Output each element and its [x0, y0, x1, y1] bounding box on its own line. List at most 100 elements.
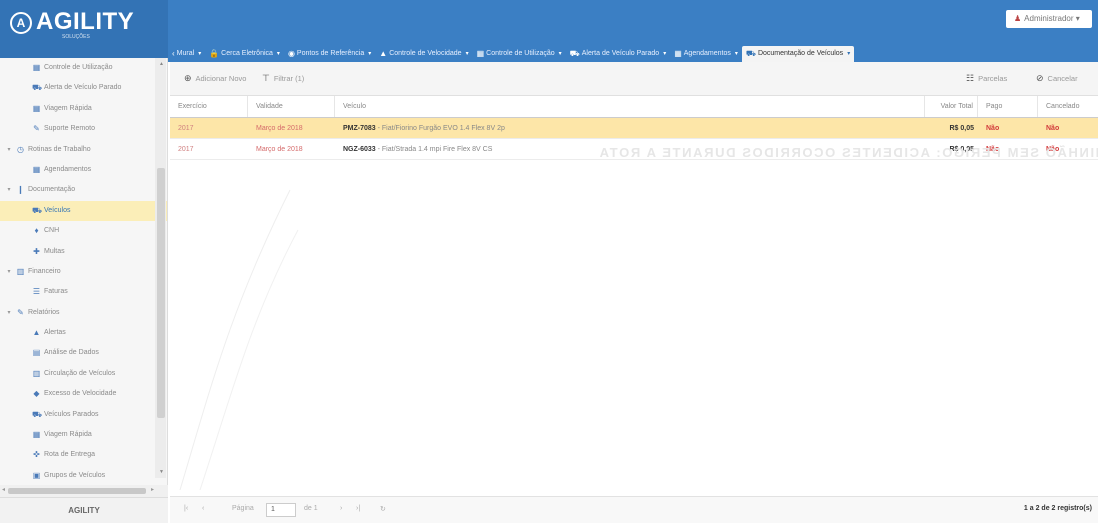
tab-5[interactable]: ⛟ Alerta de Veículo Parado ▾	[566, 46, 671, 62]
tab-7[interactable]: ⛟ Documentação de Veículos ▾	[741, 46, 855, 62]
sidebar-item-0[interactable]: ▦ Controle de Utilização	[0, 58, 167, 78]
tab-3[interactable]: ▲ Controle de Velocidade ▾	[375, 46, 472, 62]
sidebar-footer: AGILITY	[0, 497, 168, 523]
sidebar-item-label: Rotinas de Trabalho	[28, 145, 91, 153]
page-label: Página	[232, 505, 254, 512]
vehicle-plate: PMZ-7083	[343, 125, 376, 132]
list-icon: ☰	[32, 287, 41, 297]
refresh-icon[interactable]: ↻	[380, 505, 386, 513]
scroll-left-icon[interactable]: ◂	[2, 486, 5, 493]
car-icon: ⛟	[745, 49, 756, 58]
first-page-icon[interactable]: |‹	[184, 505, 188, 512]
tab-0[interactable]: ‹ Mural ▾	[168, 46, 205, 62]
warning-icon: ▲	[32, 328, 41, 338]
user-label: Administrador	[1024, 14, 1074, 23]
sidebar-item-7[interactable]: ⛟ Veículos	[0, 200, 167, 222]
column-header-valor-total[interactable]: Valor Total	[925, 96, 978, 117]
prev-page-icon[interactable]: ‹	[202, 505, 204, 512]
sidebar-item-3[interactable]: ✎ Suporte Remoto	[0, 119, 167, 139]
tab-4[interactable]: ▦ Controle de Utilização ▾	[473, 46, 566, 62]
chevron-down-icon[interactable]: ▾	[5, 140, 13, 160]
sidebar-item-19[interactable]: ✜ Rota de Entrega	[0, 445, 167, 465]
tab-label: Alerta de Veículo Parado	[581, 50, 660, 57]
sidebar-item-6[interactable]: ▾ ❙ Documentação	[0, 180, 167, 200]
column-header-veiculo[interactable]: Veículo	[335, 96, 925, 117]
add-new-button[interactable]: ⊕ Adicionar Novo	[184, 73, 246, 84]
column-header-validade[interactable]: Validade	[248, 96, 335, 117]
sidebar-item-14[interactable]: ▤ Análise de Dados	[0, 343, 167, 363]
user-menu[interactable]: ♟ Administrador ▾	[1006, 10, 1092, 28]
sidebar-item-1[interactable]: ⛟ Alerta de Veículo Parado	[0, 78, 167, 98]
chevron-down-icon[interactable]: ▾	[5, 303, 13, 323]
lock-icon: 🔒	[209, 49, 220, 58]
cell-validade: Março de 2018	[256, 146, 303, 153]
chevron-down-icon[interactable]: ▾	[5, 180, 13, 200]
sidebar-item-8[interactable]: ♦ CNH	[0, 221, 167, 241]
sidebar-item-5[interactable]: ▦ Agendamentos	[0, 160, 167, 180]
vehicle-plate: NGZ-6033	[343, 146, 376, 153]
sidebar-item-label: Grupos de Veículos	[44, 471, 106, 479]
scroll-down-icon[interactable]: ▼	[159, 469, 164, 475]
column-header-pago[interactable]: Pago	[978, 96, 1038, 117]
chevron-down-icon[interactable]: ▾	[5, 262, 13, 282]
sidebar-item-18[interactable]: ▦ Viagem Rápida	[0, 425, 167, 445]
sidebar-item-12[interactable]: ▾ ✎ Relatórios	[0, 303, 167, 323]
sidebar-item-17[interactable]: ⛟ Veículos Parados	[0, 405, 167, 425]
list-icon: ☷	[966, 73, 975, 83]
table-row[interactable]: 2017 Março de 2018 PMZ-7083 - Fiat/Fiorino…	[170, 118, 1098, 139]
sidebar-item-4[interactable]: ▾ ◷ Rotinas de Trabalho	[0, 140, 167, 160]
calendar-icon: ▦	[32, 164, 41, 174]
tab-close-icon[interactable]: ▾	[663, 46, 666, 62]
tab-2[interactable]: ◉ Pontos de Referência ▾	[284, 46, 375, 62]
logo-icon: A	[10, 12, 32, 34]
sidebar-item-15[interactable]: ▥ Circulação de Veículos	[0, 364, 167, 384]
calendar-icon: ▦	[32, 430, 41, 440]
page-number-input[interactable]: 1	[266, 503, 296, 517]
logo-text: AGILITY	[36, 8, 135, 35]
tab-close-icon[interactable]: ▾	[198, 46, 201, 62]
cancel-button[interactable]: ⊘ Cancelar	[1036, 73, 1078, 84]
report-icon: ✎	[17, 307, 24, 317]
sidebar: ▦ Controle de Utilização ⛟ Alerta de Veícul…	[0, 58, 168, 498]
tab-1[interactable]: 🔒 Cerca Eletrônica ▾	[205, 46, 284, 62]
tab-close-icon[interactable]: ▾	[735, 46, 738, 62]
tab-6[interactable]: ▦ Agendamentos ▾	[670, 46, 742, 62]
tab-close-icon[interactable]: ▾	[847, 46, 850, 62]
scroll-right-icon[interactable]: ▸	[151, 486, 154, 493]
car-icon: ⛟	[32, 409, 43, 419]
sidebar-horizontal-scrollbar[interactable]: ◂ ▸	[0, 485, 168, 497]
sidebar-item-label: CNH	[44, 227, 60, 235]
sidebar-item-label: Análise de Dados	[44, 349, 99, 357]
tab-label: Documentação de Veículos	[757, 50, 844, 57]
horizontal-scroll-thumb[interactable]	[8, 488, 146, 494]
sidebar-item-20[interactable]: ▣ Grupos de Veículos	[0, 466, 167, 486]
app-logo[interactable]: A AGILITY SOLUÇÕES	[0, 0, 168, 58]
cell-exercicio: 2017	[178, 125, 194, 132]
grid-header: Exercício Validade Veículo Valor Total P…	[170, 96, 1098, 118]
sidebar-item-16[interactable]: ◆ Excesso de Velocidade	[0, 384, 167, 404]
speed-icon: ◆	[33, 389, 40, 399]
column-header-exercicio[interactable]: Exercício	[170, 96, 248, 117]
sidebar-item-11[interactable]: ☰ Faturas	[0, 282, 167, 302]
cell-validade: Março de 2018	[256, 125, 303, 132]
tab-close-icon[interactable]: ▾	[466, 46, 469, 62]
sidebar-item-10[interactable]: ▾ ▥ Financeiro	[0, 262, 167, 282]
last-page-icon[interactable]: ›|	[356, 505, 360, 512]
column-header-cancelado[interactable]: Cancelado	[1038, 96, 1098, 117]
cell-veiculo: PMZ-7083 - Fiat/Fiorino Furgão EVO 1.4 F…	[335, 118, 925, 138]
sidebar-scroll-thumb[interactable]	[157, 168, 165, 418]
installments-button[interactable]: ☷ Parcelas	[966, 73, 1007, 84]
file-icon: ❙	[17, 185, 24, 195]
sidebar-item-9[interactable]: ✚ Multas	[0, 242, 167, 262]
sidebar-item-13[interactable]: ▲ Alertas	[0, 323, 167, 343]
filter-button[interactable]: ⊤ Filtrar (1)	[262, 73, 304, 84]
sidebar-item-label: Veículos Parados	[44, 410, 99, 418]
tab-close-icon[interactable]: ▾	[368, 46, 371, 62]
sidebar-item-label: Multas	[44, 247, 65, 255]
plus-icon: ⊕	[184, 73, 192, 83]
tab-close-icon[interactable]: ▾	[559, 46, 562, 62]
next-page-icon[interactable]: ›	[340, 505, 342, 512]
scroll-up-icon[interactable]: ▲	[159, 61, 164, 67]
sidebar-item-2[interactable]: ▦ Viagem Rápida	[0, 99, 167, 119]
tab-close-icon[interactable]: ▾	[277, 46, 280, 62]
